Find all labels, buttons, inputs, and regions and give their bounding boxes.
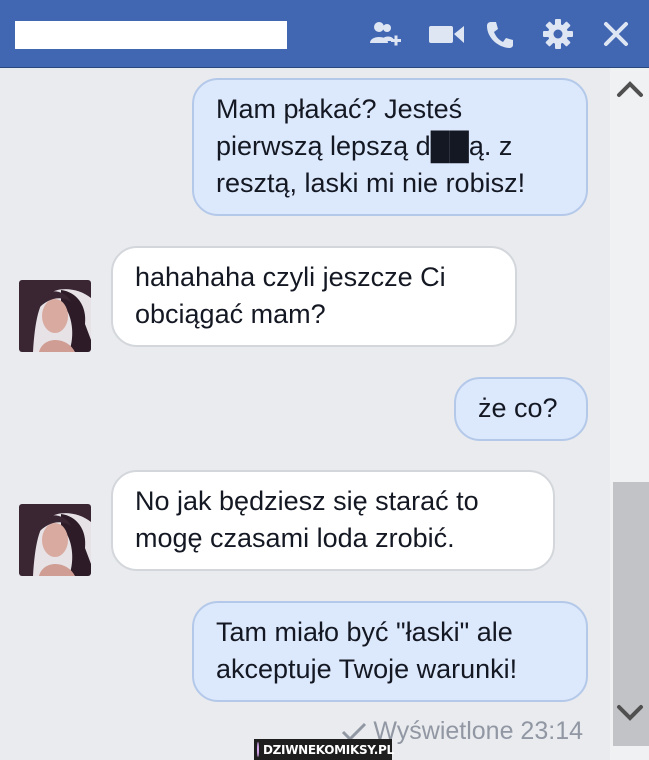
seen-label: Wyświetlone 23:14 <box>373 717 583 745</box>
message-bubble-incoming: hahahaha czyli jeszcze Ci obciągać mam? <box>111 246 517 347</box>
message-bubble-outgoing: że co? <box>454 377 588 441</box>
scrollbar[interactable] <box>610 68 649 760</box>
watermark-logo-icon <box>257 742 259 757</box>
watermark-text: DZIWNEKOMIKSY.PL <box>263 742 394 757</box>
gear-icon[interactable] <box>538 16 578 52</box>
video-call-icon[interactable] <box>427 16 467 52</box>
scroll-up-icon[interactable] <box>610 74 649 104</box>
watermark: DZIWNEKOMIKSY.PL <box>254 739 394 760</box>
phone-icon[interactable] <box>480 16 520 52</box>
scroll-down-icon[interactable] <box>610 698 649 728</box>
contact-name-redacted[interactable] <box>15 21 287 49</box>
contact-avatar[interactable] <box>19 504 91 576</box>
message-bubble-outgoing: Tam miało być "łaski" ale akceptuje Twoj… <box>192 601 588 702</box>
message-bubble-incoming: No jak będziesz się starać to mogę czasa… <box>111 470 555 571</box>
contact-avatar[interactable] <box>19 280 91 352</box>
chat-title-bar <box>0 0 649 68</box>
message-bubble-outgoing: Mam płakać? Jesteś pierwszą lepszą d██ą.… <box>192 78 588 216</box>
close-icon[interactable] <box>596 16 636 52</box>
conversation-area[interactable]: Mam płakać? Jesteś pierwszą lepszą d██ą.… <box>0 68 610 760</box>
add-friend-icon[interactable] <box>366 16 406 52</box>
